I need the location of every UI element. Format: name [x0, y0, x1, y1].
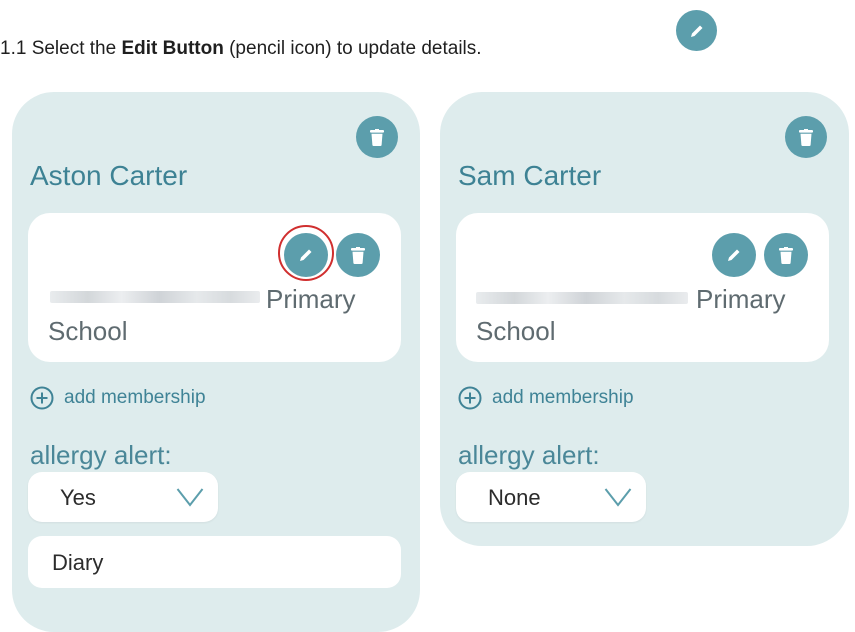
allergy-alert-value: None	[488, 485, 541, 510]
add-membership-label: add membership	[64, 387, 206, 408]
add-membership-button[interactable]: add membership	[458, 386, 634, 410]
pencil-icon	[728, 249, 740, 261]
trash-icon	[779, 246, 793, 264]
instruction-prefix: 1.1 Select the	[0, 38, 122, 59]
chevron-down-icon	[176, 488, 204, 507]
membership-card: Primary School	[28, 213, 401, 362]
plus-circle-icon	[458, 386, 482, 410]
instruction-suffix: (pencil icon) to update details.	[223, 38, 482, 59]
allergy-details-value: Diary	[52, 550, 104, 575]
allergy-alert-value: Yes	[60, 485, 96, 510]
pencil-icon	[690, 25, 702, 37]
instruction-text: 1.1 Select the Edit Button (pencil icon)…	[0, 38, 482, 60]
chevron-down-icon	[604, 488, 632, 507]
membership-card: Primary School	[456, 213, 829, 362]
school-name: Primary School	[48, 284, 356, 346]
instruction-bold: Edit Button	[121, 38, 224, 59]
school-name: Primary School	[476, 284, 786, 346]
child-card: Aston Carter Primary School add membersh…	[12, 92, 420, 632]
trash-icon	[799, 128, 813, 146]
allergy-details-field[interactable]: Diary	[28, 536, 401, 588]
allergy-alert-label: allergy alert:	[458, 440, 600, 470]
delete-child-button[interactable]	[356, 116, 398, 158]
trash-icon	[351, 246, 365, 264]
edit-button-highlight-ring	[278, 225, 334, 281]
edit-membership-button[interactable]	[712, 233, 756, 277]
plus-circle-icon	[30, 386, 54, 410]
allergy-alert-select[interactable]: Yes	[28, 472, 218, 522]
add-membership-button[interactable]: add membership	[30, 386, 206, 410]
allergy-alert-label: allergy alert:	[30, 440, 172, 470]
delete-membership-button[interactable]	[336, 233, 380, 277]
delete-membership-button[interactable]	[764, 233, 808, 277]
trash-icon	[370, 128, 384, 146]
add-membership-label: add membership	[492, 387, 634, 408]
child-card: Sam Carter Primary School add membership…	[440, 92, 849, 546]
example-edit-button	[676, 10, 717, 51]
child-name: Sam Carter	[458, 160, 602, 191]
child-name: Aston Carter	[30, 160, 188, 191]
delete-child-button[interactable]	[785, 116, 827, 158]
allergy-alert-select[interactable]: None	[456, 472, 646, 522]
